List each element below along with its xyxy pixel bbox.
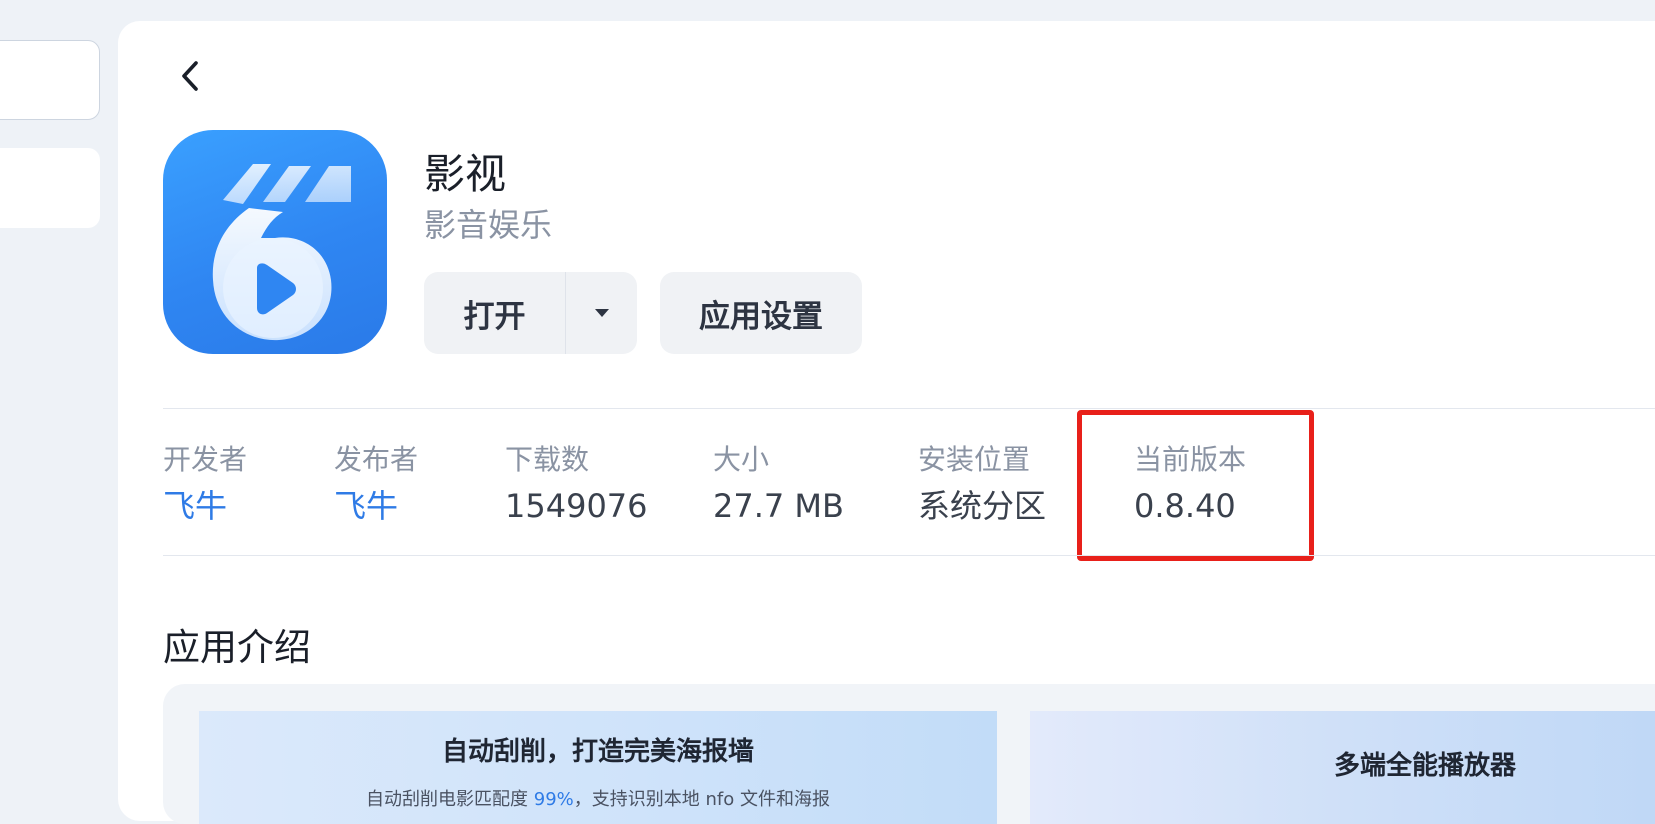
meta-developer: 开发者 飞牛 xyxy=(163,440,247,530)
highlight-annotation-box xyxy=(1077,410,1314,561)
divider-top xyxy=(163,408,1655,409)
meta-publisher: 发布者 飞牛 xyxy=(334,440,418,530)
meta-label: 发布者 xyxy=(334,443,419,476)
app-category: 影音娱乐 xyxy=(424,206,553,244)
subtitle-accent: 99% xyxy=(533,789,574,810)
meta-size: 大小 27.7 MB xyxy=(713,440,844,530)
meta-label: 大小 xyxy=(713,443,770,476)
intro-title: 应用介绍 xyxy=(163,626,311,669)
developer-link[interactable]: 飞牛 xyxy=(163,482,247,530)
subtitle-post: ，支持识别本地 nfo 文件和海报 xyxy=(573,789,830,810)
open-dropdown-button[interactable] xyxy=(566,272,637,354)
open-button-group: 打开 xyxy=(424,272,637,354)
film-play-icon xyxy=(212,164,351,341)
screenshot-title: 自动刮削，打造完美海报墙 xyxy=(441,737,754,767)
meta-value: 27.7 MB xyxy=(713,487,844,525)
caret-down-icon xyxy=(594,309,609,317)
app-icon xyxy=(163,130,387,354)
screenshot-title: 多端全能播放器 xyxy=(1333,751,1516,781)
meta-value: 1549076 xyxy=(505,487,648,525)
divider-bottom xyxy=(163,555,1655,556)
meta-label: 下载数 xyxy=(505,443,590,476)
sidebar-item-2[interactable] xyxy=(0,148,100,228)
app-settings-button[interactable]: 应用设置 xyxy=(660,272,862,354)
publisher-link[interactable]: 飞牛 xyxy=(334,482,418,530)
meta-downloads: 下载数 1549076 xyxy=(505,440,648,530)
app-name: 影视 xyxy=(424,150,506,198)
meta-value: 系统分区 xyxy=(918,487,1047,525)
meta-label: 开发者 xyxy=(163,443,248,476)
sidebar-item-1[interactable] xyxy=(0,40,100,120)
back-button[interactable] xyxy=(172,58,208,94)
subtitle-pre: 自动刮削电影匹配度 xyxy=(366,789,534,810)
screenshot-1[interactable]: 自动刮削，打造完美海报墙 自动刮削电影匹配度 99%，支持识别本地 nfo 文件… xyxy=(199,711,997,824)
meta-install-location: 安装位置 系统分区 xyxy=(918,440,1046,530)
screenshot-gallery: 自动刮削，打造完美海报墙 自动刮削电影匹配度 99%，支持识别本地 nfo 文件… xyxy=(163,684,1655,824)
open-button[interactable]: 打开 xyxy=(424,272,565,354)
meta-label: 安装位置 xyxy=(918,443,1031,476)
chevron-left-icon xyxy=(182,61,198,91)
screenshot-2[interactable]: 多端全能播放器 xyxy=(1030,711,1655,824)
